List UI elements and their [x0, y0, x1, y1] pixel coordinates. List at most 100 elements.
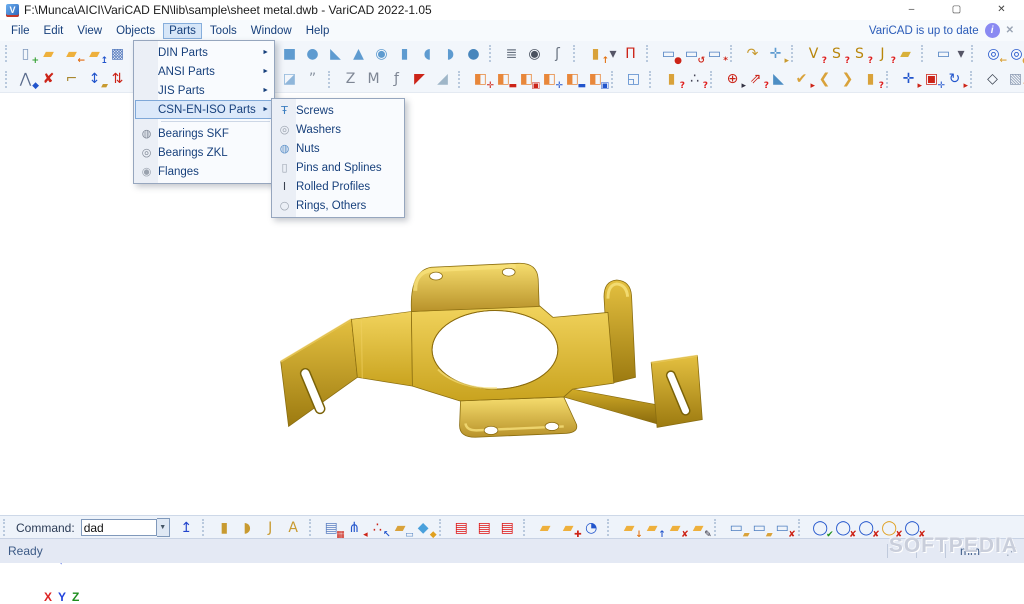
- thread-f-icon[interactable]: ƒ: [386, 69, 407, 89]
- solid-hole-cylinder-icon[interactable]: ◉: [371, 44, 392, 64]
- solid-cut-cylinder2-icon[interactable]: ◗: [440, 44, 461, 64]
- solid-info-icon[interactable]: ▮?: [661, 69, 682, 89]
- thread-z-icon[interactable]: Z: [340, 69, 361, 89]
- menu-item-washers[interactable]: ◎Washers: [273, 120, 403, 139]
- joint-query-icon[interactable]: J?: [872, 44, 893, 64]
- toolbar-grip[interactable]: [5, 71, 11, 88]
- solid-gold-icon[interactable]: ▮: [214, 518, 235, 538]
- spring-icon[interactable]: ʃ: [547, 44, 568, 64]
- part-links-icon[interactable]: ∴↖: [367, 518, 388, 538]
- boolean-intersect-icon[interactable]: ◧▣: [516, 69, 537, 89]
- new-document-icon[interactable]: ▯+: [15, 44, 36, 64]
- menu-item-nuts[interactable]: ◍Nuts: [273, 139, 403, 158]
- path-points-icon[interactable]: ⊕▸: [722, 69, 743, 89]
- eraser-icon[interactable]: ▰: [895, 44, 916, 64]
- solid-cut-cylinder-icon[interactable]: ◖: [417, 44, 438, 64]
- folder-up-icon[interactable]: ▰↑: [642, 518, 663, 538]
- solid-box-icon[interactable]: ■: [279, 44, 300, 64]
- folder-monitor-icon[interactable]: ▰▭: [390, 518, 411, 538]
- zoom-window-icon[interactable]: ◎●: [1006, 44, 1024, 64]
- sheet-fold-icon[interactable]: ❯: [837, 69, 858, 89]
- menu-item-ansi-parts[interactable]: ANSI Parts►: [135, 62, 273, 81]
- menu-help[interactable]: Help: [300, 23, 336, 39]
- boolean-subtract-copy-icon[interactable]: ◧▬: [562, 69, 583, 89]
- impeller-icon[interactable]: ◉: [524, 44, 545, 64]
- solid-sphere-icon[interactable]: ●: [302, 44, 323, 64]
- vertex-info-icon[interactable]: ∴?: [684, 69, 705, 89]
- close-button[interactable]: ✕: [979, 0, 1024, 20]
- ditto-icon[interactable]: ”: [302, 69, 323, 89]
- wedge-gray-icon[interactable]: ◢: [432, 69, 453, 89]
- menu-item-rings-others[interactable]: ○Rings, Others: [273, 196, 403, 215]
- menu-edit[interactable]: Edit: [38, 23, 70, 39]
- section-view-icon[interactable]: ◱: [623, 69, 644, 89]
- folder-edit-icon[interactable]: ▰✎: [688, 518, 709, 538]
- rotate-3d-icon[interactable]: ↻▸: [944, 69, 965, 89]
- solid-query2-icon[interactable]: S?: [849, 44, 870, 64]
- bend-check-icon[interactable]: ✔▸: [791, 69, 812, 89]
- sheet-metal-part[interactable]: [266, 222, 718, 453]
- menu-item-bearings-skf[interactable]: ◍Bearings SKF: [135, 124, 273, 143]
- menu-item-din-parts[interactable]: DIN Parts►: [135, 43, 273, 62]
- commandbar-grip[interactable]: [3, 519, 9, 536]
- boolean-window3-icon[interactable]: ▭*: [704, 44, 725, 64]
- maximize-button[interactable]: ▢: [934, 0, 979, 20]
- thread-rod-icon[interactable]: ≣: [501, 44, 522, 64]
- command-dropdown-caret[interactable]: ▼: [157, 518, 170, 537]
- menu-item-rolled-profiles[interactable]: ΙRolled Profiles: [273, 177, 403, 196]
- view-query-icon[interactable]: V?: [803, 44, 824, 64]
- tree-links-icon[interactable]: ⋔◂: [344, 518, 365, 538]
- boolean-window2-icon[interactable]: ▭↺: [681, 44, 702, 64]
- wedge-red-icon[interactable]: ◤: [409, 69, 430, 89]
- spec-list-icon[interactable]: ▤▦: [321, 518, 342, 538]
- display-mode-icon[interactable]: ▭: [933, 44, 954, 64]
- cancel-small-icon[interactable]: ◯✘: [833, 518, 854, 538]
- render-drop-icon[interactable]: ◆◆: [413, 518, 434, 538]
- library-open-icon[interactable]: ▰: [535, 518, 556, 538]
- merge-file-icon[interactable]: ▰←: [61, 44, 82, 64]
- open-file-icon[interactable]: ▰: [38, 44, 59, 64]
- menu-window[interactable]: Window: [245, 23, 298, 39]
- boolean-window-icon[interactable]: ▭●: [658, 44, 679, 64]
- folder-delete-icon[interactable]: ▰✘: [665, 518, 686, 538]
- menu-view[interactable]: View: [71, 23, 108, 39]
- menu-tools[interactable]: Tools: [204, 23, 243, 39]
- pipe-gold-icon[interactable]: J: [260, 518, 281, 538]
- stretch-icon[interactable]: ⇅: [107, 69, 128, 89]
- cancel-icon[interactable]: ◯✘: [856, 518, 877, 538]
- menu-item-bearings-zkl[interactable]: ◎Bearings ZKL: [135, 143, 273, 162]
- update-close-icon[interactable]: ✕: [1006, 25, 1014, 36]
- extrude-dropdown-caret[interactable]: ▾: [608, 44, 618, 64]
- move-3d-icon[interactable]: ✛▸: [898, 69, 919, 89]
- menu-item-csn-en-iso-parts[interactable]: CSN-EN-ISO Parts►: [135, 100, 273, 119]
- folder-parts-icon[interactable]: ▰✚: [558, 518, 579, 538]
- monitor-folder-icon-3[interactable]: ▭✘: [772, 518, 793, 538]
- export-icon[interactable]: ↥: [176, 518, 197, 538]
- vector-query-icon[interactable]: ⇗?: [745, 69, 766, 89]
- bom-table-icon-2[interactable]: ▤: [474, 518, 495, 538]
- menu-parts[interactable]: Parts: [163, 23, 202, 39]
- monitor-folder-icon-2[interactable]: ▭▰: [749, 518, 770, 538]
- solid-sphere2-icon[interactable]: ●: [463, 44, 484, 64]
- mirror-icon[interactable]: ◣: [768, 69, 789, 89]
- folder-down-icon[interactable]: ▰↓: [619, 518, 640, 538]
- menu-item-flanges[interactable]: ◉Flanges: [135, 162, 273, 181]
- monitor-folder-icon-1[interactable]: ▭▰: [726, 518, 747, 538]
- insert-axes-icon[interactable]: ✛▸: [765, 44, 786, 64]
- minimize-button[interactable]: –: [889, 0, 934, 20]
- menu-objects[interactable]: Objects: [110, 23, 161, 39]
- edit-tool-icon[interactable]: ⌐: [61, 69, 82, 89]
- save-as-icon[interactable]: ▰↥: [84, 44, 105, 64]
- menu-item-pins-and-splines[interactable]: ▯Pins and Splines: [273, 158, 403, 177]
- revolve-icon[interactable]: Π: [620, 44, 641, 64]
- solid-query-icon[interactable]: S?: [826, 44, 847, 64]
- menu-item-jis-parts[interactable]: JIS Parts►: [135, 81, 273, 100]
- insert-solid-icon[interactable]: ↷: [742, 44, 763, 64]
- zoom-back-icon[interactable]: ◎←: [983, 44, 1004, 64]
- confirm-icon[interactable]: ◯✔: [810, 518, 831, 538]
- extrude-icon[interactable]: ▮↑: [585, 44, 606, 64]
- info-icon[interactable]: i: [985, 23, 1000, 38]
- boolean-union-icon[interactable]: ◧✛: [470, 69, 491, 89]
- display-dropdown-caret[interactable]: ▾: [956, 44, 966, 64]
- solid-cylinder-icon[interactable]: ▮: [394, 44, 415, 64]
